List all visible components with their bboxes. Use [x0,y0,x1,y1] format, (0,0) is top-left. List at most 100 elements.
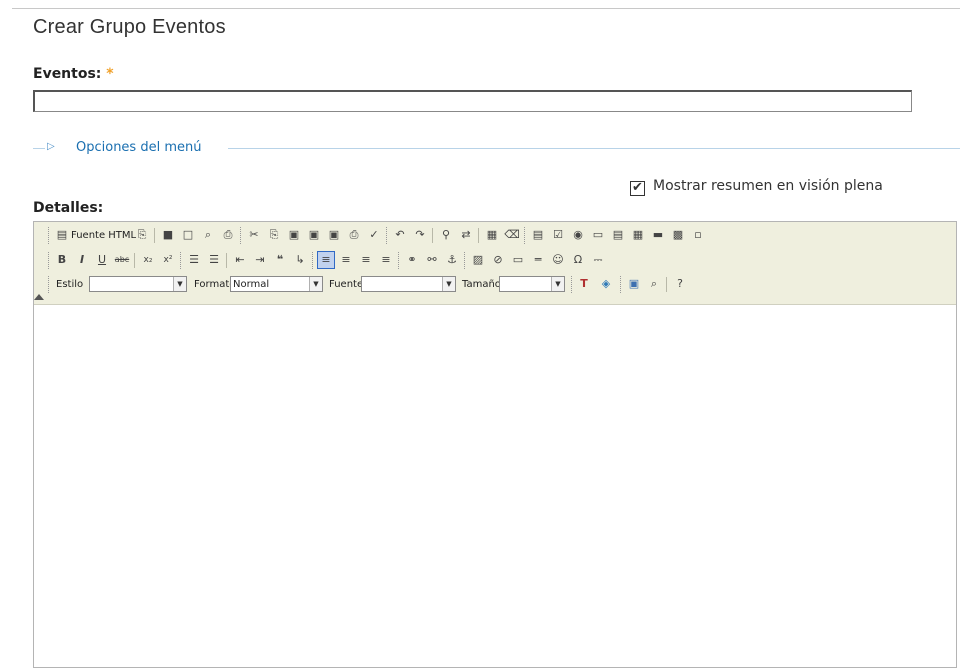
summary-toggle[interactable]: ✔ Mostrar resumen en visión plena [630,178,883,196]
preview-icon[interactable]: ⌕ [200,227,216,243]
find-icon[interactable]: ⚲ [438,227,454,243]
outdent-icon[interactable]: ⇤ [232,252,248,268]
toolbar-grip [48,227,51,244]
unordered-list-icon[interactable]: ☰ [206,252,222,268]
hidden-field-icon[interactable]: ▫ [690,227,706,243]
link-icon[interactable]: ⚭ [404,252,420,268]
unlink-icon[interactable]: ⚯ [424,252,440,268]
eventos-input[interactable] [33,90,912,112]
anchor-icon[interactable]: ⚓ [444,252,460,268]
textarea-icon[interactable]: ▤ [610,227,626,243]
font-label: Fuente [329,279,364,290]
create-div-icon[interactable]: ↳ [292,252,308,268]
save-icon[interactable]: ■ [160,227,176,243]
button-icon[interactable]: ▬ [650,227,666,243]
about-icon[interactable]: ? [672,276,688,292]
text-color-icon[interactable]: T [576,276,592,292]
chevron-down-icon[interactable]: ▼ [309,277,322,291]
superscript-icon[interactable]: x² [160,252,176,268]
replace-icon[interactable]: ⇄ [458,227,474,243]
style-label: Estilo [56,279,84,290]
image-button-icon[interactable]: ▩ [670,227,686,243]
radio-icon[interactable]: ◉ [570,227,586,243]
toolbar-grip [620,276,623,293]
subscript-icon[interactable]: x₂ [140,252,156,268]
new-page-icon[interactable]: ⎘ [134,227,150,243]
copy-icon[interactable]: ⎘ [266,227,282,243]
redo-icon[interactable]: ↷ [412,227,428,243]
menu-options-toggle[interactable]: Opciones del menú [76,140,201,155]
toolbar-separator [226,253,227,268]
select-all-icon[interactable]: ▦ [484,227,500,243]
horizontal-rule-icon[interactable]: ═ [530,252,546,268]
blank-page-icon[interactable]: □ [180,227,196,243]
flash-icon[interactable]: ⊘ [490,252,506,268]
paste-word-icon[interactable]: ▣ [326,227,342,243]
toolbar-grip [386,227,389,244]
table-icon[interactable]: ▭ [510,252,526,268]
font-select[interactable]: ▼ [361,276,456,292]
maximize-icon[interactable]: ▣ [626,276,642,292]
paste-icon[interactable]: ▣ [286,227,302,243]
ordered-list-icon[interactable]: ☰ [186,252,202,268]
form-icon[interactable]: ▤ [530,227,546,243]
details-label: Detalles: [33,200,104,216]
style-select[interactable]: ▼ [89,276,187,292]
eventos-label: Eventos: * [33,66,114,82]
summary-label: Mostrar resumen en visión plena [653,178,883,194]
toolbar-row-2: B I U abc x₂ x² ☰ ☰ ⇤ ⇥ ❝ ↳ ≡ ≡ ≡ ≡ ⚭ ⚯ … [34,250,956,272]
underline-icon[interactable]: U [94,252,110,268]
chevron-down-icon[interactable]: ▼ [442,277,455,291]
bg-color-icon[interactable]: ◈ [598,276,614,292]
print-icon[interactable]: ⎙ [346,227,362,243]
undo-icon[interactable]: ↶ [392,227,408,243]
format-select[interactable]: Normal ▼ [230,276,323,292]
toolbar-grip [48,252,51,269]
editor-content-area[interactable] [34,305,956,667]
remove-format-icon[interactable]: ⌫ [504,227,520,243]
image-icon[interactable]: ▨ [470,252,486,268]
textfield-icon[interactable]: ▭ [590,227,606,243]
align-justify-icon[interactable]: ≡ [378,252,394,268]
toolbar-grip [180,252,183,269]
cut-icon[interactable]: ✂ [246,227,262,243]
strike-icon[interactable]: abc [114,252,130,268]
template-icon[interactable]: ⎙ [220,227,236,243]
align-left-icon[interactable]: ≡ [317,251,335,269]
spellcheck-icon[interactable]: ✓ [366,227,382,243]
paste-text-icon[interactable]: ▣ [306,227,322,243]
align-right-icon[interactable]: ≡ [358,252,374,268]
toolbar-row-1: ▤ Fuente HTML ⎘ ■ □ ⌕ ⎙ ✂ ⎘ ▣ ▣ ▣ ⎙ ✓ ↶ … [34,225,956,247]
menu-options-fieldset: ▷ Opciones del menú [33,140,960,156]
chevron-down-icon[interactable]: ▼ [551,277,564,291]
toolbar-separator [154,228,155,243]
align-center-icon[interactable]: ≡ [338,252,354,268]
special-char-icon[interactable]: Ω [570,252,586,268]
top-divider [12,8,960,9]
rich-text-editor: ▤ Fuente HTML ⎘ ■ □ ⌕ ⎙ ✂ ⎘ ▣ ▣ ▣ ⎙ ✓ ↶ … [33,221,957,668]
show-blocks-icon[interactable]: ⌕ [646,276,662,292]
indent-icon[interactable]: ⇥ [252,252,268,268]
fieldset-line-left [33,148,45,149]
toolbar-grip [571,276,574,293]
summary-checkbox[interactable]: ✔ [630,181,645,196]
blockquote-icon[interactable]: ❝ [272,252,288,268]
doc-icon[interactable]: ▤ [54,227,70,243]
size-select[interactable]: ▼ [499,276,565,292]
chevron-down-icon[interactable]: ▼ [173,277,186,291]
page-break-icon[interactable]: ⎓ [590,252,606,268]
toolbar-collapse-icon[interactable] [34,294,44,300]
checkbox-icon[interactable]: ☑ [550,227,566,243]
source-html-button[interactable]: Fuente HTML [71,227,136,245]
smiley-icon[interactable]: ☺ [550,252,566,268]
required-marker: * [106,66,114,82]
bold-icon[interactable]: B [54,252,70,268]
toolbar-grip [240,227,243,244]
toolbar-separator [478,228,479,243]
toolbar-row-3: Estilo ▼ Formato Normal ▼ Fuente ▼ Tamañ… [34,274,956,296]
select-field-icon[interactable]: ▦ [630,227,646,243]
toolbar-grip [398,252,401,269]
collapse-arrow-icon[interactable]: ▷ [47,141,55,152]
toolbar-grip [524,227,527,244]
italic-icon[interactable]: I [74,252,90,268]
